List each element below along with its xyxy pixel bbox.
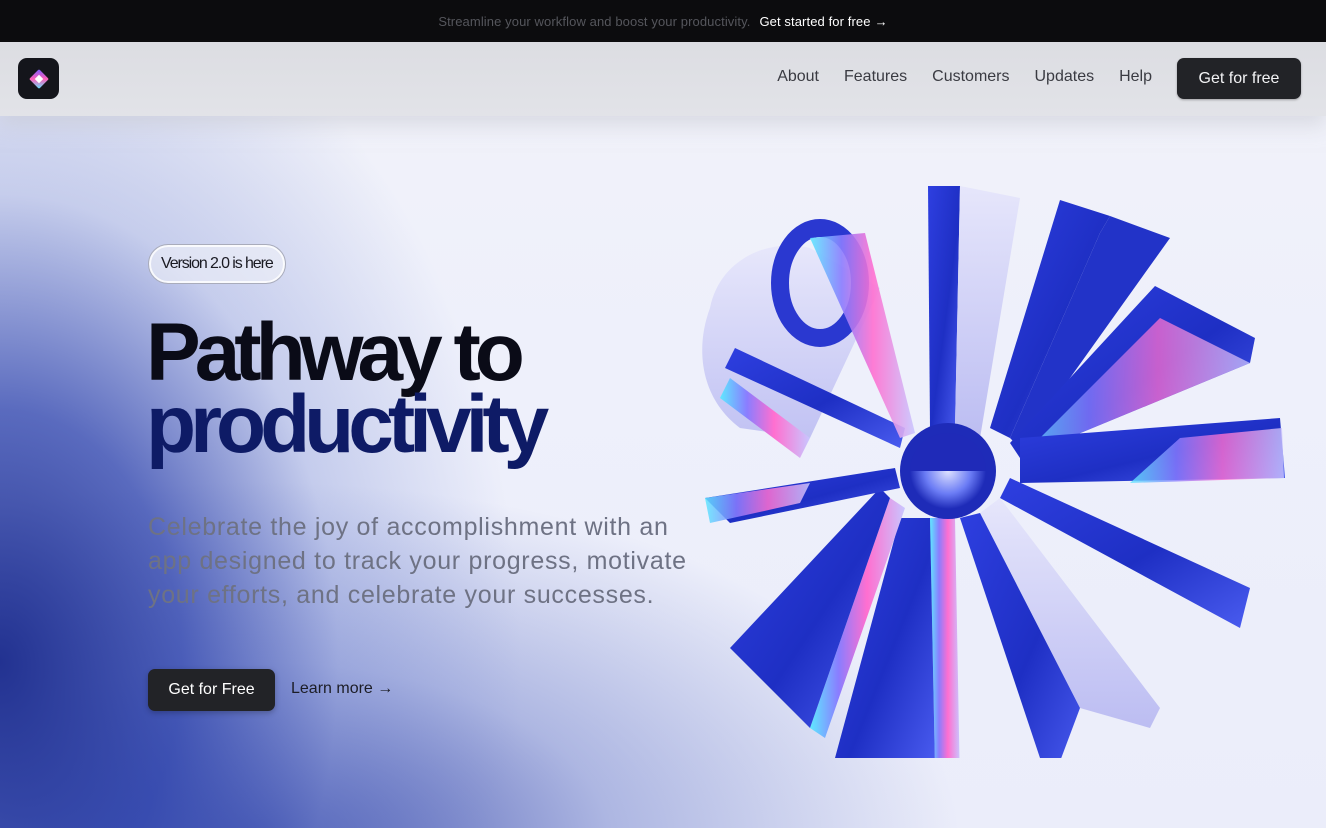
navbar: About Features Customers Updates Help Ge… bbox=[0, 42, 1326, 116]
nav-get-for-free-button[interactable]: Get for free bbox=[1177, 58, 1301, 99]
page: About Features Customers Updates Help Ge… bbox=[0, 42, 1326, 828]
hub-ring bbox=[900, 423, 996, 519]
headline-line-2: productivity bbox=[146, 379, 549, 470]
nav-link-about[interactable]: About bbox=[777, 68, 819, 86]
announcement-text: Streamline your workflow and boost your … bbox=[438, 13, 751, 29]
nav-link-help[interactable]: Help bbox=[1119, 68, 1152, 86]
nav-link-updates[interactable]: Updates bbox=[1035, 68, 1095, 86]
announcement-cta-label: Get started for free bbox=[759, 13, 871, 29]
version-badge: Version 2.0 is here bbox=[148, 244, 286, 284]
announcement-bar: Streamline your workflow and boost your … bbox=[0, 0, 1326, 42]
get-for-free-button[interactable]: Get for Free bbox=[148, 669, 275, 711]
nav-link-features[interactable]: Features bbox=[844, 68, 907, 86]
hero-headline: Pathway to productivity bbox=[146, 312, 549, 470]
hero-subcopy: Celebrate the joy of accomplishment with… bbox=[148, 513, 687, 609]
starburst-illustration bbox=[702, 186, 1285, 758]
learn-more-link[interactable]: Learn more → bbox=[291, 680, 393, 698]
arrow-right-icon: → bbox=[874, 13, 888, 29]
nav-link-customers[interactable]: Customers bbox=[932, 68, 1009, 86]
diamond-logo-icon bbox=[29, 69, 48, 88]
nav-links: About Features Customers Updates Help bbox=[777, 68, 1152, 86]
announcement-cta-link[interactable]: Get started for free → bbox=[759, 14, 887, 29]
logo-icon[interactable] bbox=[18, 58, 59, 99]
